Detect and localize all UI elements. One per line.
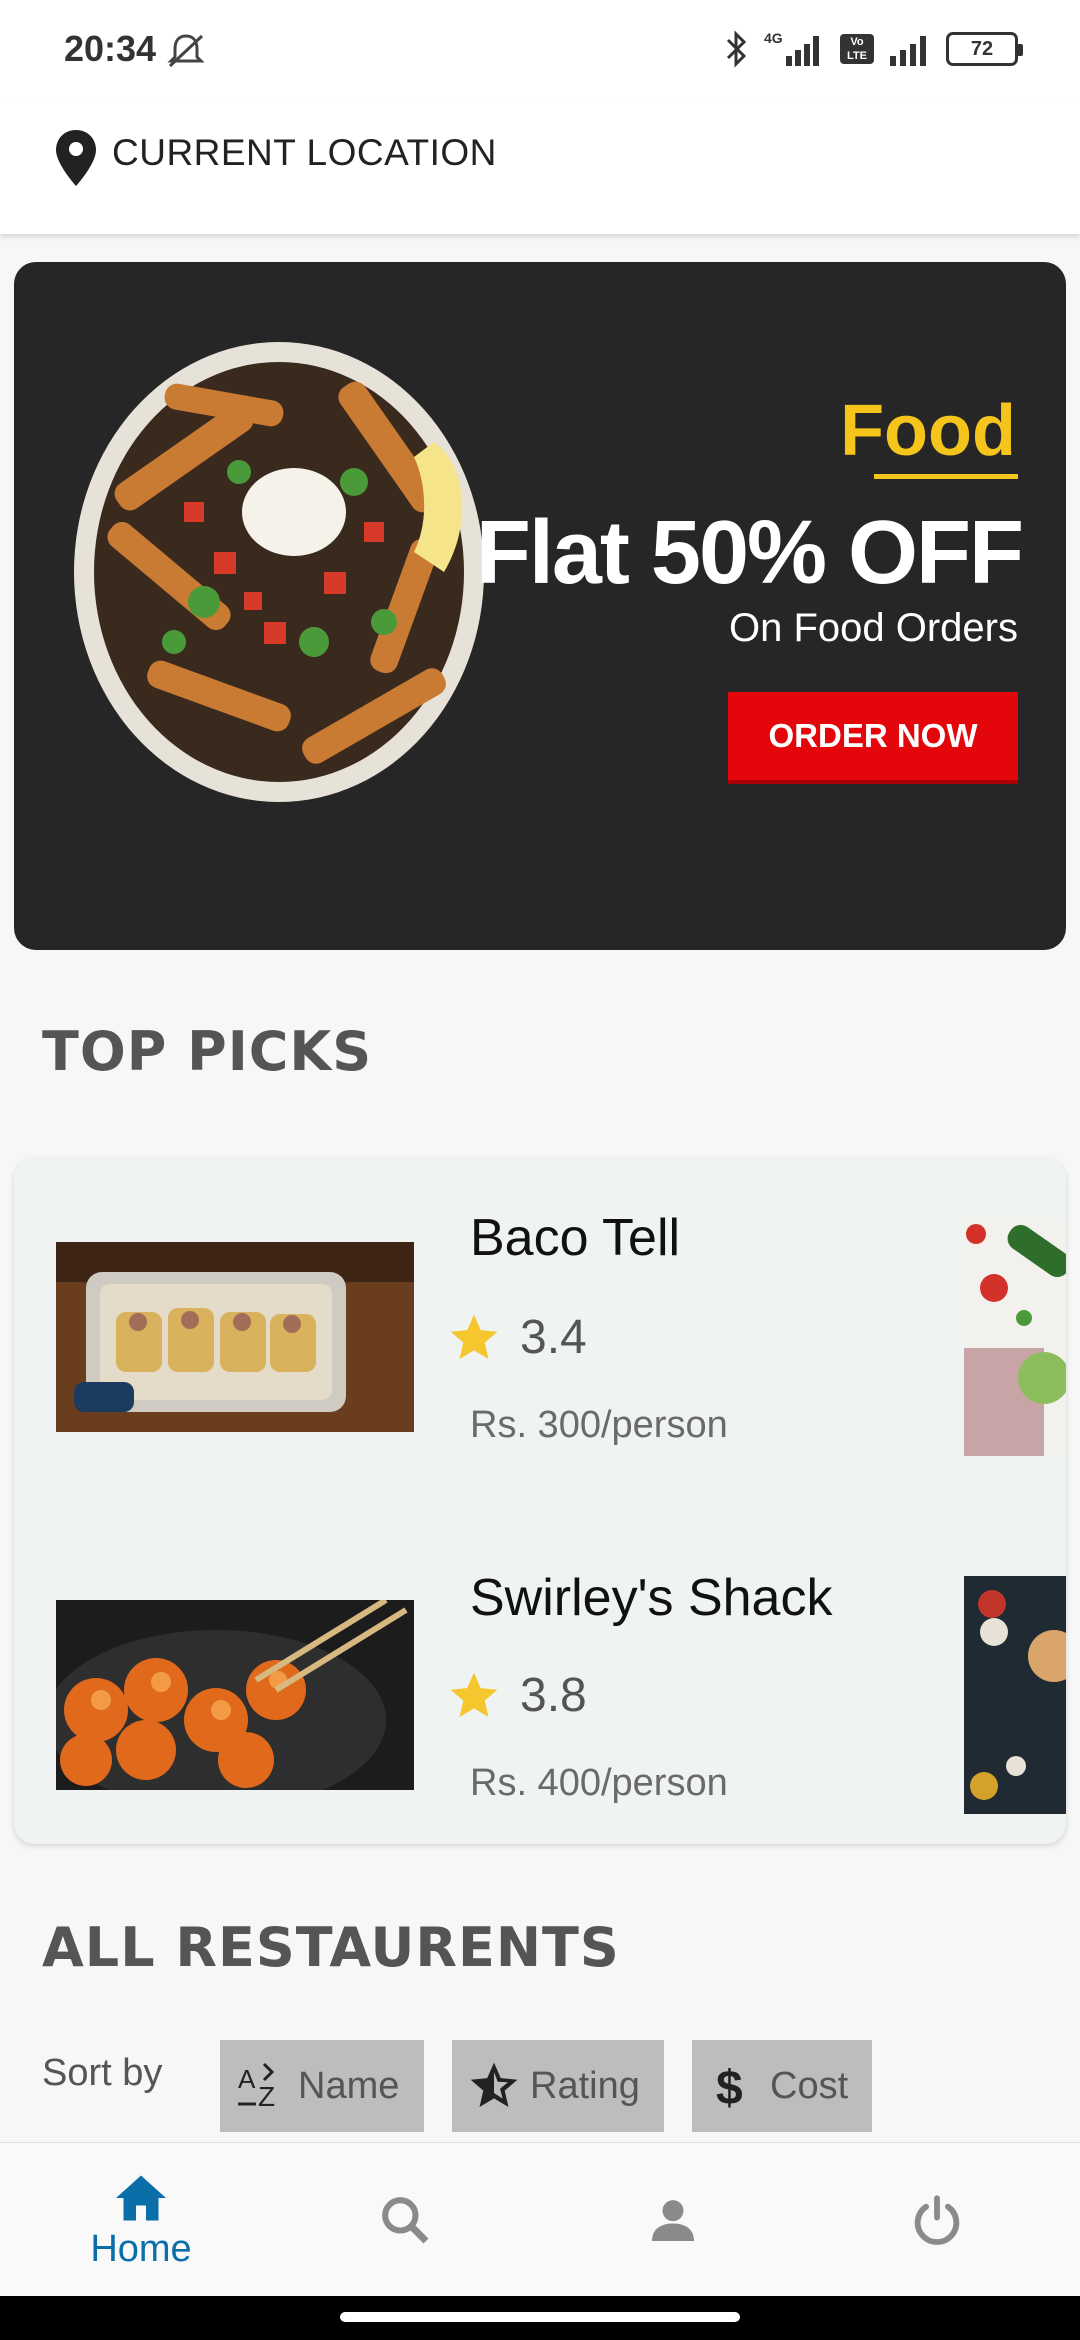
star-icon	[450, 1314, 498, 1359]
top-picks-list: Baco Tell 3.4 Rs. 300/person Swirley's S…	[14, 1158, 1066, 1844]
pick-name: Swirley's Shack	[470, 1569, 833, 1627]
power-icon	[914, 2195, 960, 2245]
sort-rating-label: Rating	[530, 2064, 640, 2107]
pick-cost: Rs. 400/person	[470, 1762, 728, 1804]
banner-headline: Flat 50% OFF	[475, 503, 1024, 603]
svg-text:Z: Z	[258, 2081, 275, 2112]
battery-icon: 72	[946, 32, 1023, 66]
banner-brand: Food	[840, 391, 1016, 471]
restaurant-image	[56, 1600, 414, 1790]
sort-cost-button[interactable]: $ Cost	[692, 2040, 872, 2132]
side-food-image	[964, 1218, 1066, 1456]
star-icon	[450, 1672, 498, 1717]
current-location-label[interactable]: CURRENT LOCATION	[112, 132, 497, 174]
pick-rating: 3.4	[520, 1311, 587, 1364]
banner-subline: On Food Orders	[728, 606, 1018, 650]
signal-4g-icon: 4G	[764, 30, 826, 68]
top-picks-title: TOP PICKS	[42, 1020, 373, 1083]
sort-alpha-icon: A Z	[238, 2062, 275, 2112]
nav-home[interactable]: Home	[6, 2143, 276, 2297]
nav-profile[interactable]	[538, 2143, 808, 2297]
home-indicator[interactable]	[340, 2312, 740, 2322]
mute-notifications-icon	[167, 34, 205, 68]
svg-text:$: $	[716, 2062, 743, 2114]
banner-underline	[874, 474, 1018, 479]
side-food-image	[964, 1576, 1066, 1814]
sort-cost-label: Cost	[770, 2064, 849, 2107]
pick-cost: Rs. 300/person	[470, 1404, 728, 1446]
status-time: 20:34	[64, 28, 157, 69]
volte-icon: Vo LTE	[840, 34, 874, 64]
nav-search[interactable]	[270, 2143, 540, 2297]
status-bar: 20:34 4G Vo LTE 72	[0, 0, 1080, 100]
dollar-icon: $	[716, 2062, 743, 2114]
battery-level: 72	[970, 37, 994, 60]
nav-logout[interactable]	[802, 2143, 1072, 2297]
bluetooth-icon	[726, 30, 747, 68]
gesture-bar	[0, 2296, 1080, 2340]
food-plate-image	[74, 342, 484, 802]
bottom-navigation: Home	[0, 2142, 1080, 2296]
all-restaurants-title: ALL RESTAURENTS	[42, 1916, 620, 1979]
nav-home-label: Home	[90, 2227, 192, 2270]
promo-banner[interactable]: Food Flat 50% OFF On Food Orders ORDER N…	[14, 262, 1066, 950]
volte-label: Vo LTE	[847, 36, 867, 62]
pick-item[interactable]: Swirley's Shack 3.8 Rs. 400/person	[14, 1518, 1066, 1818]
signal-icon	[890, 36, 926, 66]
person-icon	[652, 2200, 694, 2241]
star-outline-icon	[470, 2062, 518, 2107]
restaurant-image	[56, 1242, 414, 1432]
order-now-button[interactable]: ORDER NOW	[728, 692, 1018, 780]
sort-rating-button[interactable]: Rating	[452, 2040, 664, 2132]
svg-text:A: A	[238, 2064, 256, 2094]
pick-item[interactable]: Baco Tell 3.4 Rs. 300/person	[14, 1158, 1066, 1458]
location-pin-icon[interactable]	[54, 128, 98, 188]
pick-name: Baco Tell	[470, 1209, 681, 1267]
status-icons: 4G Vo LTE 72	[724, 30, 1023, 68]
search-icon	[382, 2197, 429, 2244]
home-icon	[116, 2175, 166, 2220]
sort-name-label: Name	[298, 2064, 400, 2107]
sort-name-button[interactable]: A Z Name	[220, 2040, 424, 2132]
app-bar: CURRENT LOCATION	[0, 100, 1080, 234]
pick-rating: 3.8	[520, 1669, 587, 1722]
sort-by-label: Sort by	[42, 2052, 163, 2094]
